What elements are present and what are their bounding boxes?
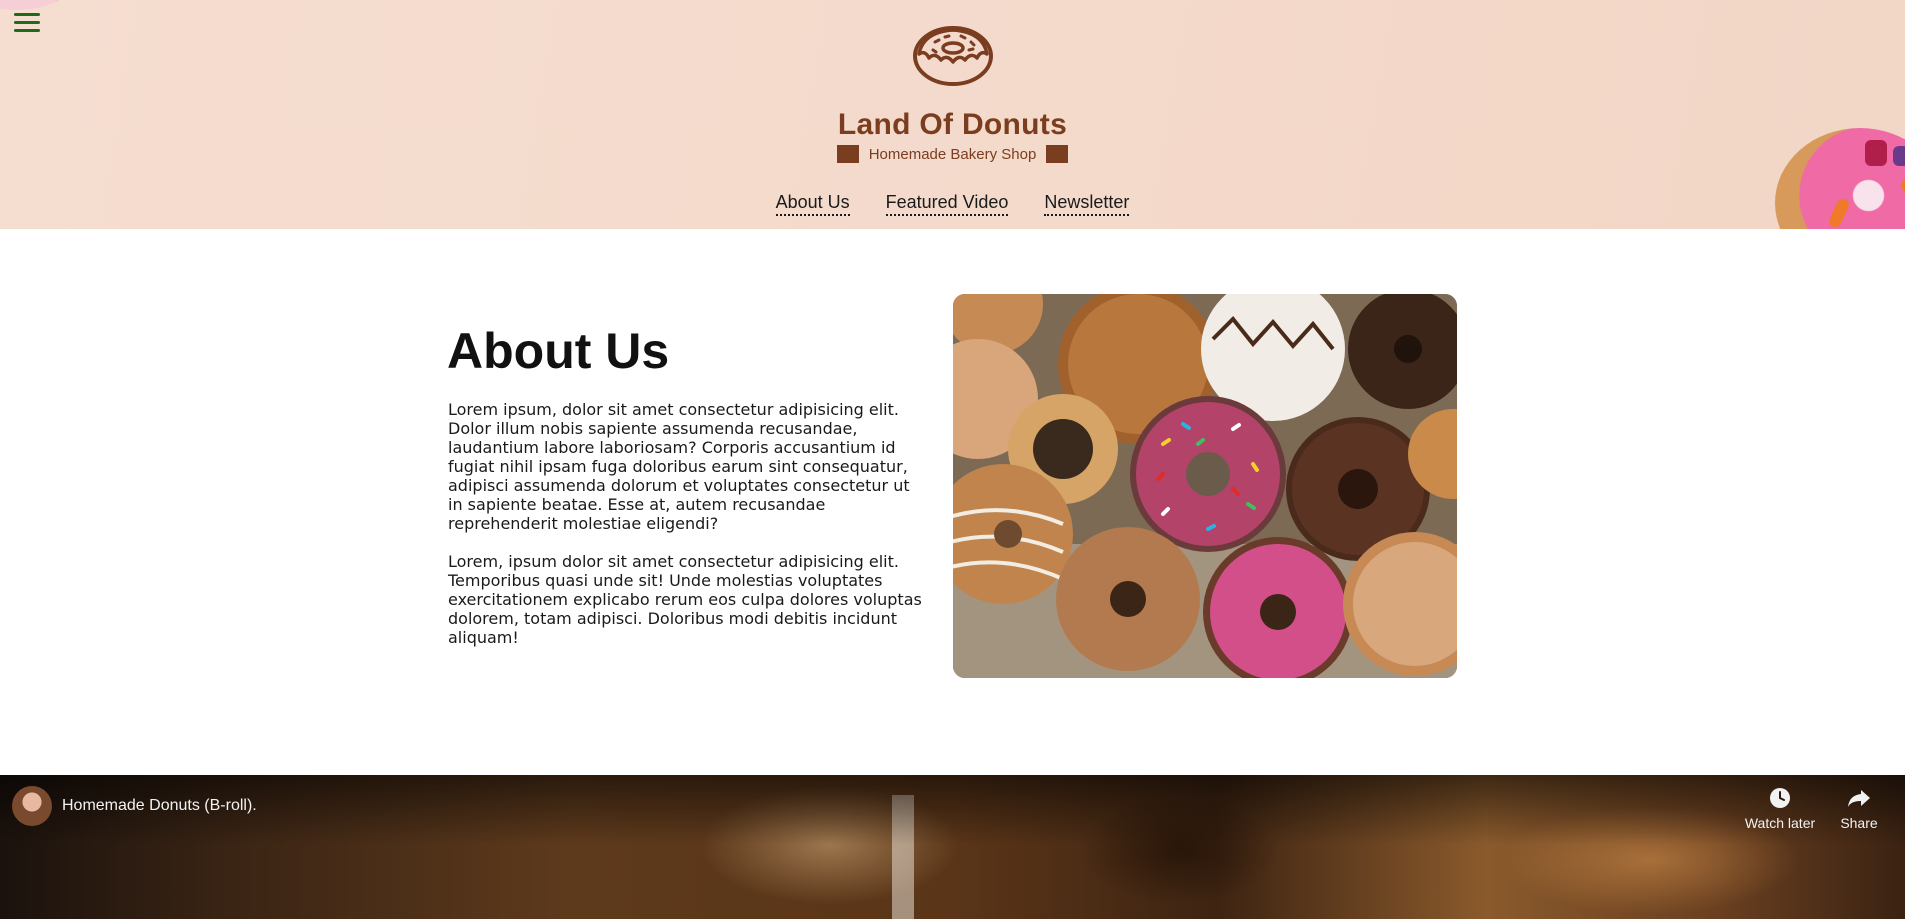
tagline-decoration-right <box>1046 145 1069 163</box>
nav-link-newsletter[interactable]: Newsletter <box>1044 192 1130 216</box>
decorative-donut-top-left <box>0 0 70 10</box>
tagline-row: Homemade Bakery Shop <box>0 145 1905 163</box>
video-title[interactable]: Homemade Donuts (B-roll). <box>62 797 257 815</box>
main-nav: About Us Featured Video Newsletter <box>0 192 1905 216</box>
nav-link-about-us[interactable]: About Us <box>775 192 850 216</box>
donut-icon <box>913 26 993 86</box>
share-arrow-icon <box>1848 790 1870 807</box>
site-header: Land Of Donuts Homemade Bakery Shop Abou… <box>0 0 1905 229</box>
donuts-photo <box>953 294 1457 678</box>
tagline: Homemade Bakery Shop <box>868 145 1037 163</box>
share-label: Share <box>1840 815 1878 831</box>
hamburger-menu-icon[interactable] <box>14 13 40 35</box>
tagline-decoration-left <box>836 145 859 163</box>
clock-icon <box>1770 788 1790 808</box>
channel-avatar[interactable] <box>12 786 52 826</box>
about-title: About Us <box>447 323 670 379</box>
featured-video-player[interactable]: Homemade Donuts (B-roll). Watch later Sh… <box>0 775 1905 919</box>
about-paragraph-1: Lorem ipsum, dolor sit amet consectetur … <box>448 400 910 533</box>
watch-later-button[interactable]: Watch later <box>1744 787 1816 831</box>
about-paragraph-2: Lorem, ipsum dolor sit amet consectetur … <box>448 552 922 647</box>
watch-later-label: Watch later <box>1744 815 1816 831</box>
nav-link-featured-video[interactable]: Featured Video <box>885 192 1009 216</box>
share-button[interactable]: Share <box>1838 787 1880 831</box>
site-title: Land Of Donuts <box>837 108 1068 141</box>
